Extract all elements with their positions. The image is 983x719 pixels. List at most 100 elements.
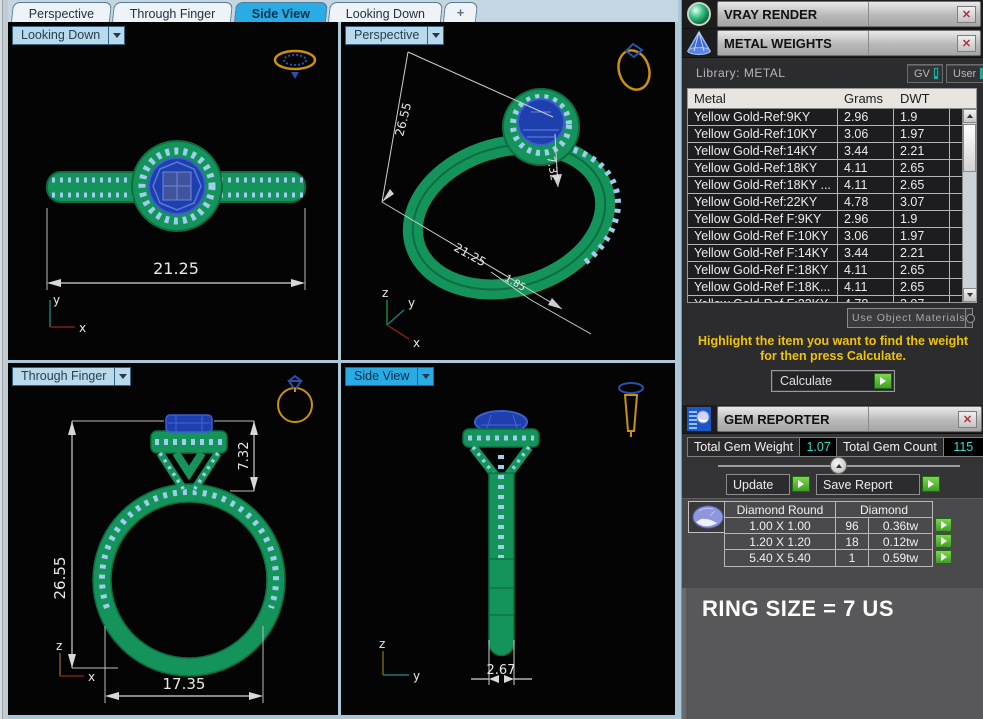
tab-through-finger[interactable]: Through Finger [112, 2, 234, 22]
metal-table-scrollbar[interactable] [962, 109, 976, 302]
total-gem-count-label: Total Gem Count [836, 437, 944, 457]
gem-reporter-header[interactable]: GEM REPORTER ✕ [682, 405, 983, 434]
chevron-down-icon[interactable] [428, 26, 444, 45]
panel-title: VRAY RENDER [718, 7, 868, 22]
metal-row[interactable]: Yellow Gold-Ref:18KY4.112.65 [688, 160, 976, 177]
metal-row-partial[interactable]: Yellow Gold-Ref F:22KY4.783.07 [688, 296, 976, 302]
save-report-button[interactable]: Save Report [816, 474, 920, 495]
gem-table-section: Diamond Round Diamond 1.00 X 1.00 96 0.3… [682, 498, 983, 588]
view-orientation-ring-icon [614, 44, 655, 94]
scroll-up-button[interactable] [963, 109, 977, 123]
ring-front-view-canvas[interactable]: 26.55 7.32 17.35 z x [8, 363, 338, 715]
close-gem-reporter-button[interactable]: ✕ [958, 411, 977, 428]
view-orientation-ring-icon [619, 383, 643, 437]
use-object-materials-toggle[interactable]: Use Object Materials [847, 308, 973, 328]
info-icon: I [933, 67, 939, 80]
svg-text:z: z [379, 637, 385, 651]
metal-row[interactable]: Yellow Gold-Ref:18KY ...4.112.65 [688, 177, 976, 194]
info-icon: I [979, 67, 983, 80]
viewport-looking-down[interactable]: Looking Down [8, 22, 338, 360]
svg-text:17.35: 17.35 [163, 675, 206, 693]
chevron-down-icon[interactable] [109, 26, 125, 45]
panel-title: GEM REPORTER [718, 412, 868, 427]
plus-icon: + [457, 6, 464, 20]
metal-row[interactable]: Yellow Gold-Ref:10KY3.061.97 [688, 126, 976, 143]
slider-handle[interactable] [830, 457, 847, 474]
gem-row[interactable]: 1.00 X 1.00 96 0.36tw [725, 518, 932, 534]
gem-summary-section: Total Gem Weight 1.07 Total Gem Count 11… [682, 434, 983, 498]
metal-row[interactable]: Yellow Gold-Ref F:18K...4.112.65 [688, 279, 976, 296]
metal-row[interactable]: Yellow Gold-Ref:9KY2.961.9 [688, 109, 976, 126]
viewport-through-finger[interactable]: Through Finger [8, 363, 338, 715]
panel-title: METAL WEIGHTS [718, 36, 868, 51]
metal-row[interactable]: Yellow Gold-Ref:14KY3.442.21 [688, 143, 976, 160]
scroll-down-button[interactable] [963, 288, 977, 302]
svg-text:26.55: 26.55 [51, 557, 69, 600]
svg-text:21.25: 21.25 [452, 240, 489, 269]
viewport-label-side-view[interactable]: Side View [345, 367, 434, 386]
metal-row[interactable]: Yellow Gold-Ref:22KY4.783.07 [688, 194, 976, 211]
svg-text:y: y [408, 296, 415, 310]
metal-table-header: Metal Grams DWT [688, 89, 976, 109]
close-icon: ✕ [962, 8, 971, 21]
metal-row[interactable]: Yellow Gold-Ref F:10KY3.061.97 [688, 228, 976, 245]
close-vray-button[interactable]: ✕ [957, 6, 976, 23]
gem-row-go-button[interactable] [935, 550, 952, 564]
gv-button[interactable]: GV I [907, 64, 943, 83]
total-gem-count-value: 115 [944, 437, 983, 457]
update-go-icon[interactable] [792, 476, 810, 492]
chevron-down-icon[interactable] [115, 367, 131, 386]
viewport-label-through-finger[interactable]: Through Finger [12, 367, 131, 386]
svg-text:21.25: 21.25 [153, 259, 199, 278]
vray-render-header[interactable]: VRAY RENDER ✕ [682, 0, 983, 29]
docked-panel-edge[interactable] [0, 0, 8, 719]
scroll-thumb[interactable] [963, 124, 976, 172]
viewport-label-looking-down[interactable]: Looking Down [12, 26, 125, 45]
svg-text:7.32: 7.32 [544, 155, 561, 181]
update-button[interactable]: Update [726, 474, 790, 495]
metal-row[interactable]: Yellow Gold-Ref F:14KY3.442.21 [688, 245, 976, 262]
save-report-go-icon[interactable] [922, 476, 940, 492]
calculate-button[interactable]: Calculate [771, 370, 895, 392]
gem-thumbnail[interactable] [688, 501, 728, 533]
ring-size-text: RING SIZE = 7 US [702, 596, 894, 622]
metal-row[interactable]: Yellow Gold-Ref F:9KY2.961.9 [688, 211, 976, 228]
chevron-down-icon[interactable] [418, 367, 434, 386]
gem-row[interactable]: 5.40 X 5.40 1 0.59tw [725, 550, 932, 566]
gem-row-go-button[interactable] [935, 534, 952, 548]
gem-report-slider[interactable] [718, 465, 960, 467]
axis-indicator: y x [50, 293, 86, 335]
ring-perspective-canvas[interactable]: 26.55 21.25 7.32 1.85 z y x [341, 22, 675, 360]
application-window: Perspective Through Finger Side View Loo… [0, 0, 983, 719]
svg-text:x: x [79, 321, 86, 335]
gem-row[interactable]: 1.20 X 1.20 18 0.12tw [725, 534, 932, 550]
metal-weights-header[interactable]: METAL WEIGHTS ✕ [682, 29, 983, 58]
radio-icon[interactable] [966, 314, 975, 323]
metal-row[interactable]: Yellow Gold-Ref F:18KY4.112.65 [688, 262, 976, 279]
library-label: Library: METAL [696, 66, 785, 80]
vray-icon [687, 2, 711, 26]
svg-text:7.32: 7.32 [237, 442, 252, 471]
axis-indicator: z y [379, 637, 420, 683]
close-icon: ✕ [962, 37, 971, 50]
svg-text:26.55: 26.55 [392, 101, 414, 138]
tab-side-view[interactable]: Side View [234, 2, 328, 22]
viewport-label-perspective[interactable]: Perspective [345, 26, 444, 45]
view-orientation-ring-icon [275, 51, 315, 79]
diamond-round-icon [691, 504, 725, 530]
viewport-perspective[interactable]: Perspective 26.55 [341, 22, 675, 360]
gem-row-go-button[interactable] [935, 518, 952, 532]
ring-side-view-canvas[interactable]: 2.67 z y [341, 363, 675, 715]
tab-perspective[interactable]: Perspective [11, 2, 112, 22]
ring-top-view-canvas[interactable]: 21.25 y x [8, 22, 338, 360]
axis-indicator: z y x [382, 286, 420, 350]
viewport-side-view[interactable]: Side View [341, 363, 675, 715]
close-metal-weights-button[interactable]: ✕ [957, 35, 976, 52]
viewport-tab-bar: Perspective Through Finger Side View Loo… [8, 0, 678, 22]
svg-text:y: y [53, 293, 60, 307]
calculate-instruction: Highlight the item you want to find the … [682, 334, 983, 364]
tab-looking-down[interactable]: Looking Down [328, 2, 443, 22]
total-gem-weight-label: Total Gem Weight [687, 437, 800, 457]
add-tab-button[interactable]: + [443, 2, 478, 22]
user-button[interactable]: User I [946, 64, 983, 83]
